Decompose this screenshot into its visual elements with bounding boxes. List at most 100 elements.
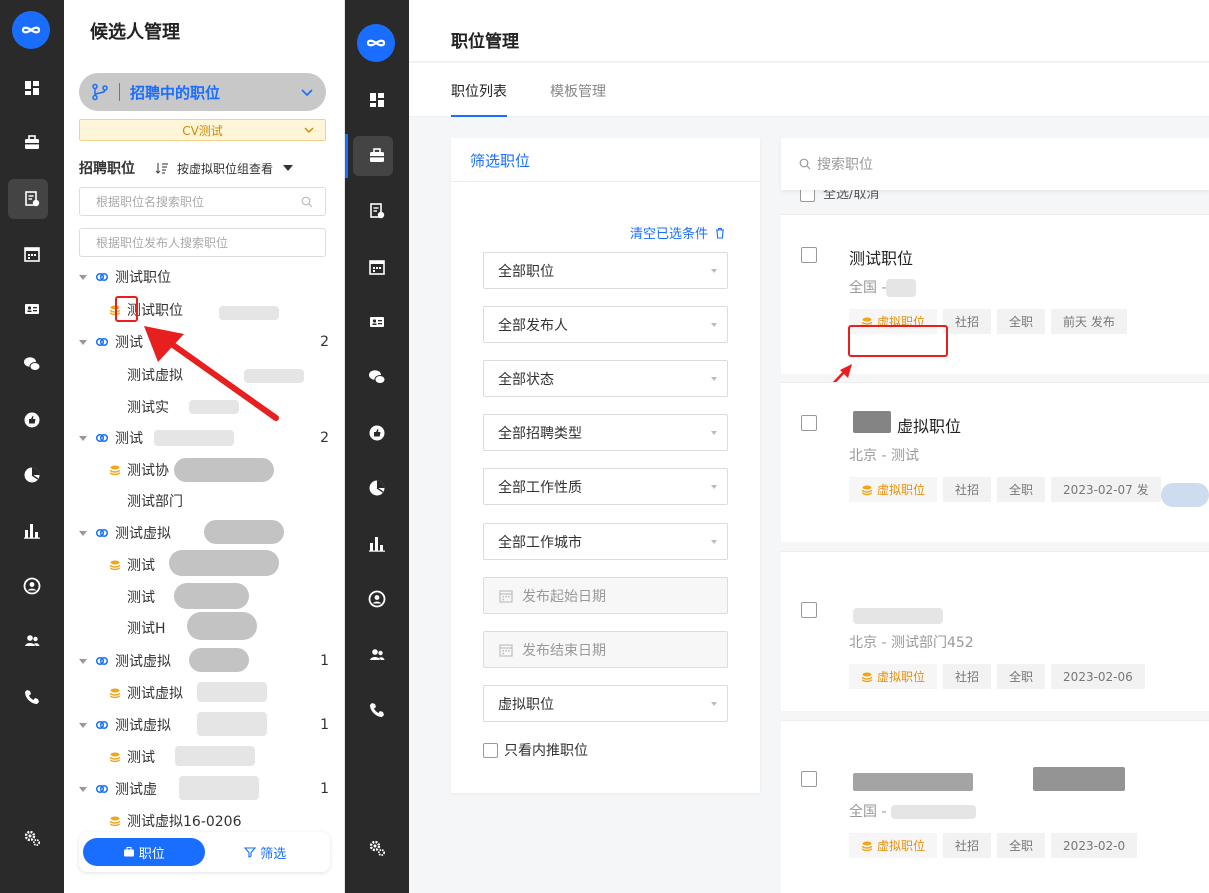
caret-down-icon: [79, 786, 87, 792]
right-nav-rail: [345, 0, 409, 893]
bar-chart-icon[interactable]: [0, 509, 64, 553]
id-card-icon[interactable]: [0, 287, 64, 331]
job-checkbox[interactable]: [801, 415, 817, 431]
left-nav-rail: [0, 0, 64, 893]
annotation-arrow: [144, 326, 279, 421]
job-title[interactable]: 测试职位: [849, 245, 913, 269]
page-title: 候选人管理: [90, 22, 180, 43]
resume-icon[interactable]: [0, 177, 64, 221]
calendar-icon: [499, 643, 513, 657]
pie-chart-icon[interactable]: [345, 466, 409, 510]
search-by-name-field[interactable]: [79, 187, 326, 216]
chevron-down-icon: [301, 89, 313, 97]
publish-end-date-input[interactable]: 发布结束日期: [483, 631, 728, 668]
position-status-select[interactable]: 招聘中的职位: [79, 73, 326, 111]
job-card[interactable]: 北京 - 测试部门452 虚拟职位 社招 全职 2023-02-06: [781, 551, 1209, 711]
caret-down-icon: [79, 722, 87, 728]
thumbs-up-icon[interactable]: [345, 411, 409, 455]
pie-chart-icon[interactable]: [0, 453, 64, 497]
sort-list-icon: [155, 163, 168, 174]
virtual-job-icon: [109, 560, 121, 571]
wechat-icon[interactable]: [345, 355, 409, 399]
job-search-field[interactable]: 搜索职位: [781, 138, 1209, 190]
filter-tab-button[interactable]: 筛选: [205, 838, 327, 866]
settings-icon[interactable]: [0, 816, 64, 860]
calendar-icon[interactable]: [0, 232, 64, 276]
caret-down-icon: [711, 431, 717, 435]
select-all-toggle[interactable]: 全选/取消: [800, 188, 879, 202]
tab-job-list[interactable]: 职位列表: [451, 81, 507, 117]
link-icon: [95, 528, 109, 538]
publish-date-tag: 2023-02-06: [1051, 664, 1145, 689]
job-nature-select[interactable]: 全部工作性质: [483, 468, 728, 505]
id-card-icon[interactable]: [345, 300, 409, 344]
tree-group[interactable]: 测试职位: [79, 266, 329, 288]
clear-filters-link[interactable]: 清空已选条件: [630, 223, 726, 242]
link-icon: [95, 337, 109, 347]
virtual-job-select[interactable]: 虚拟职位: [483, 685, 728, 722]
settings-icon[interactable]: [345, 826, 409, 870]
job-card[interactable]: 虚拟职位 北京 - 测试 虚拟职位 社招 全职 2023-02-07 发: [781, 382, 1209, 542]
thumbs-up-icon[interactable]: [0, 398, 64, 442]
jobs-label: 招聘职位: [79, 161, 135, 177]
phone-icon[interactable]: [0, 675, 64, 719]
job-checkbox[interactable]: [801, 247, 817, 263]
recruit-type-tag: 社招: [943, 477, 992, 502]
link-icon: [95, 656, 109, 666]
job-nature-tag: 全职: [997, 309, 1046, 334]
job-checkbox[interactable]: [801, 602, 817, 618]
dashboard-icon[interactable]: [345, 78, 409, 122]
job-tags: 虚拟职位 社招 全职 2023-02-0: [849, 833, 1143, 858]
recruit-type-select[interactable]: 全部招聘类型: [483, 414, 728, 451]
job-title[interactable]: 虚拟职位: [897, 413, 961, 437]
bar-chart-icon[interactable]: [345, 522, 409, 566]
tree-child-item[interactable]: 测试部门: [127, 490, 377, 512]
jobs-tab-button[interactable]: 职位: [83, 838, 205, 866]
resume-icon[interactable]: [345, 189, 409, 233]
all-publishers-select[interactable]: 全部发布人: [483, 306, 728, 343]
tree-virtual-item[interactable]: 测试虚拟16-0206: [109, 810, 359, 832]
cv-filter-select[interactable]: CV测试: [79, 119, 326, 141]
job-card[interactable]: 测试职位 全国 - 虚拟职位 社招 全职 前天 发布: [781, 214, 1209, 410]
caret-down-icon: [711, 485, 717, 489]
branch-icon: [92, 83, 108, 101]
dashboard-icon[interactable]: [0, 66, 64, 110]
team-icon[interactable]: [0, 619, 64, 663]
caret-down-icon: [79, 274, 87, 280]
all-status-select[interactable]: 全部状态: [483, 360, 728, 397]
search-by-publisher-field[interactable]: [79, 228, 326, 257]
user-circle-icon[interactable]: [345, 577, 409, 621]
job-management-main: 职位管理 职位列表 模板管理 筛选职位 清空已选条件 全部职位 全部发布人 全部…: [409, 0, 1209, 893]
brand-logo-icon[interactable]: [12, 11, 50, 49]
phone-icon[interactable]: [345, 688, 409, 732]
job-location: 北京 - 测试: [849, 448, 919, 464]
tab-template-management[interactable]: 模板管理: [550, 81, 606, 101]
brand-logo-icon[interactable]: [357, 24, 395, 62]
caret-down-icon: [711, 540, 717, 544]
search-by-publisher-input[interactable]: [96, 235, 309, 250]
publish-start-date-input[interactable]: 发布起始日期: [483, 577, 728, 614]
group-view-toggle[interactable]: 按虚拟职位组查看: [155, 160, 294, 177]
caret-down-icon: [79, 658, 87, 664]
briefcase-icon[interactable]: [0, 121, 64, 165]
virtual-job-tag: 虚拟职位: [849, 477, 938, 502]
trash-icon: [716, 227, 724, 239]
virtual-job-icon: [861, 485, 873, 495]
job-city-select[interactable]: 全部工作城市: [483, 523, 728, 560]
all-jobs-select[interactable]: 全部职位: [483, 252, 728, 289]
team-icon[interactable]: [345, 633, 409, 677]
referral-only-checkbox[interactable]: [483, 742, 498, 758]
tree-child-item[interactable]: 测试: [127, 586, 377, 608]
select-all-checkbox[interactable]: [800, 188, 815, 202]
briefcase-icon[interactable]: [345, 134, 409, 178]
job-checkbox[interactable]: [801, 771, 817, 787]
search-by-name-input[interactable]: [96, 194, 309, 209]
job-card[interactable]: 全国 - 虚拟职位 社招 全职 2023-02-0: [781, 720, 1209, 893]
job-nature-tag: 全职: [997, 477, 1046, 502]
wechat-icon[interactable]: [0, 342, 64, 386]
referral-only-option[interactable]: 只看内推职位: [483, 740, 588, 760]
tab-bar: 职位列表 模板管理: [409, 63, 1209, 117]
calendar-icon[interactable]: [345, 245, 409, 289]
search-icon: [301, 196, 313, 208]
user-circle-icon[interactable]: [0, 564, 64, 608]
